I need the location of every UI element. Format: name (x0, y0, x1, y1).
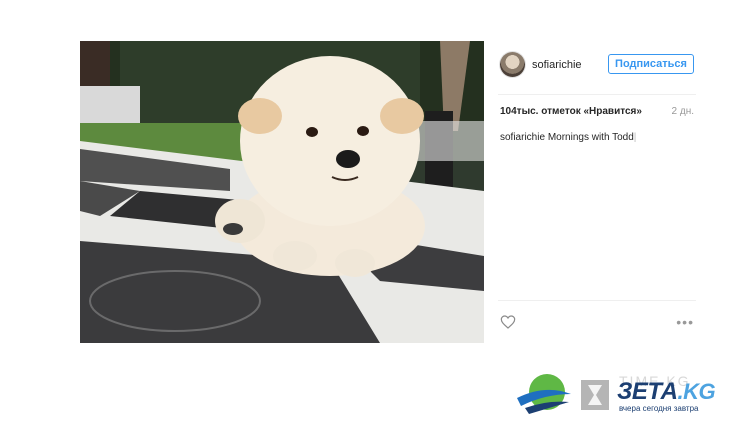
site-watermark: TIME.KG ЗЕТА.KG вчера сегодня завтра (515, 370, 733, 418)
watermark-brand-main: ЗЕТА (617, 378, 678, 405)
caption-text: Mornings with Todd (547, 132, 634, 143)
caption-username[interactable]: sofiarichie (500, 132, 545, 143)
avatar[interactable] (500, 52, 525, 77)
hourglass-icon (581, 380, 609, 410)
watermark-brand: ЗЕТА.KG (617, 378, 716, 406)
follow-button[interactable]: Подписаться (608, 54, 694, 74)
post-caption: sofiarichie Mornings with Todd| (500, 132, 636, 143)
more-options-icon[interactable]: ••• (676, 315, 694, 329)
puppy-on-chessboard-image (80, 41, 484, 343)
heart-icon[interactable] (500, 314, 516, 330)
post-actions: ••• (498, 312, 696, 332)
post-header: sofiarichie Подписаться (498, 51, 696, 81)
post-timestamp[interactable]: 2 дн. (672, 106, 694, 117)
globe-logo-icon (517, 374, 571, 414)
header-divider (498, 94, 696, 95)
actions-divider (498, 300, 696, 301)
watermark-brand-suffix: .KG (677, 379, 716, 404)
post-side-panel: sofiarichie Подписаться 104тыс. отметок … (498, 41, 696, 343)
likes-count[interactable]: 104тыс. отметок «Нравится» (500, 106, 642, 117)
text-cursor: | (633, 132, 637, 143)
watermark-tagline: вчера сегодня завтра (619, 404, 699, 413)
username-link[interactable]: sofiarichie (532, 59, 582, 71)
post-photo[interactable] (80, 41, 484, 343)
